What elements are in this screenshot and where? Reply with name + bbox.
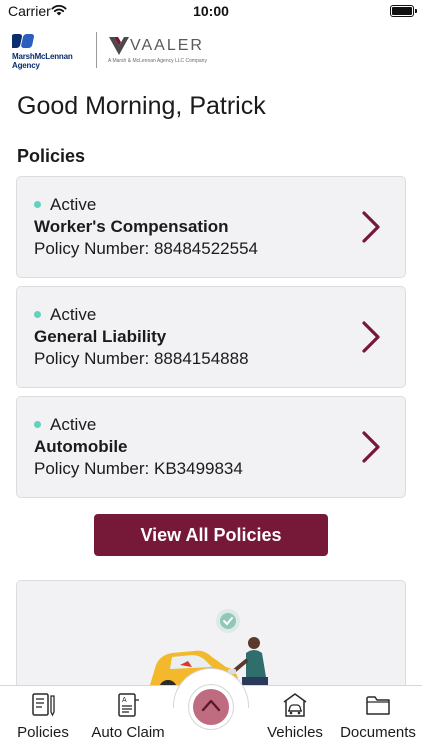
chevron-right-icon[interactable] [361, 430, 381, 464]
car-garage-icon [283, 693, 307, 717]
policy-status-label: Active [50, 305, 97, 324]
policy-number: Policy Number: KB3499834 [34, 459, 243, 478]
expand-menu-button[interactable] [189, 685, 233, 729]
policies-section-title: Policies [17, 146, 86, 166]
chevron-right-icon[interactable] [361, 210, 381, 244]
clock: 10:00 [193, 3, 229, 19]
policy-card-automobile[interactable]: Active Automobile Policy Number: KB34998… [16, 396, 406, 498]
marsh-mclennan-logo: MarshMcLennan Agency [10, 32, 90, 72]
view-all-policies-button[interactable]: View All Policies [94, 514, 328, 556]
chevron-right-icon[interactable] [361, 320, 381, 354]
policy-number: Policy Number: 8884154888 [34, 349, 249, 368]
vaaler-logo: VAALER A Marsh & McLennan Agency LLC Com… [108, 34, 228, 68]
vaaler-tagline: A Marsh & McLennan Agency LLC Company [108, 58, 207, 64]
vaaler-v-icon [109, 37, 129, 55]
claim-form-icon: A [118, 693, 139, 717]
policy-card-workers-comp[interactable]: Active Worker's Compensation Policy Numb… [16, 176, 406, 278]
folder-icon [366, 696, 390, 715]
marsh-mclennan-mark-icon [12, 34, 35, 48]
active-status-dot-icon [34, 311, 41, 318]
policy-card-general-liability[interactable]: Active General Liability Policy Number: … [16, 286, 406, 388]
tab-documents[interactable]: Documents [336, 686, 420, 750]
marsh-mclennan-text: MarshMcLennan Agency [12, 52, 73, 70]
policy-status-label: Active [50, 195, 97, 214]
policy-status-label: Active [50, 415, 97, 434]
policy-number: Policy Number: 88484522554 [34, 239, 258, 258]
vaaler-name: VAALER [130, 37, 204, 54]
active-status-dot-icon [34, 201, 41, 208]
brand-header: MarshMcLennan Agency VAALER A Marsh & Mc… [0, 28, 422, 72]
tab-vehicles[interactable]: Vehicles [260, 686, 330, 750]
tab-auto-claim-label: Auto Claim [91, 724, 165, 741]
policy-name: Worker's Compensation [34, 217, 229, 236]
svg-text:A: A [122, 697, 127, 704]
tab-vehicles-label: Vehicles [267, 724, 323, 741]
battery-icon [390, 5, 417, 17]
policy-name: General Liability [34, 327, 167, 346]
tab-policies[interactable]: Policies [8, 686, 78, 750]
tab-auto-claim[interactable]: A Auto Claim [88, 686, 168, 750]
tab-policies-label: Policies [17, 724, 69, 741]
policy-name: Automobile [34, 437, 128, 456]
logo-divider [96, 32, 97, 68]
tab-documents-label: Documents [340, 724, 416, 741]
chevron-up-icon [201, 699, 221, 712]
status-bar: Carrier 10:00 [0, 0, 422, 24]
document-pen-icon [32, 693, 55, 717]
active-status-dot-icon [34, 421, 41, 428]
greeting-heading: Good Morning, Patrick [17, 92, 266, 120]
